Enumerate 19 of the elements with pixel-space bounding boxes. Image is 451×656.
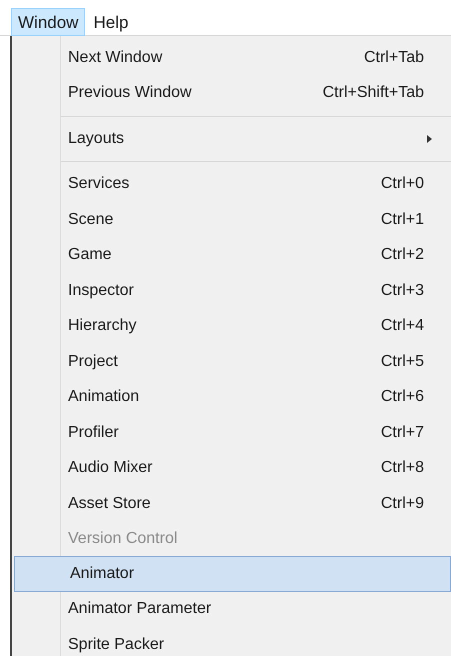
menu-item[interactable]: Animator Parameter xyxy=(12,592,451,627)
menu-item[interactable]: Services Ctrl+0 xyxy=(12,166,451,202)
menu-item[interactable]: Inspector Ctrl+3 xyxy=(12,273,451,308)
menu-bar-item[interactable]: Help xyxy=(85,8,136,36)
menu-item[interactable]: Animator xyxy=(14,556,451,592)
menu-item[interactable]: Audio Mixer Ctrl+8 xyxy=(12,450,451,486)
menu-item[interactable]: Profiler Ctrl+7 xyxy=(12,415,451,450)
submenu-arrow-icon xyxy=(427,134,432,143)
menu-item[interactable]: Animation Ctrl+6 xyxy=(12,380,451,415)
menu-item[interactable]: Hierarchy Ctrl+4 xyxy=(12,308,451,344)
menu-item[interactable]: Project Ctrl+5 xyxy=(12,344,451,380)
menu-item[interactable]: Game Ctrl+2 xyxy=(12,238,451,273)
menu-item[interactable]: Previous Window Ctrl+Shift+Tab xyxy=(12,76,451,111)
menu-item[interactable]: Asset Store Ctrl+9 xyxy=(12,486,451,522)
menu-bar-item[interactable]: Window xyxy=(11,8,86,36)
menu-item[interactable]: Sprite Packer xyxy=(12,627,451,656)
menu-item[interactable]: Scene Ctrl+1 xyxy=(12,202,451,238)
menu-item[interactable]: Layouts xyxy=(12,121,451,156)
menu-item[interactable]: Next Window Ctrl+Tab xyxy=(12,40,451,76)
